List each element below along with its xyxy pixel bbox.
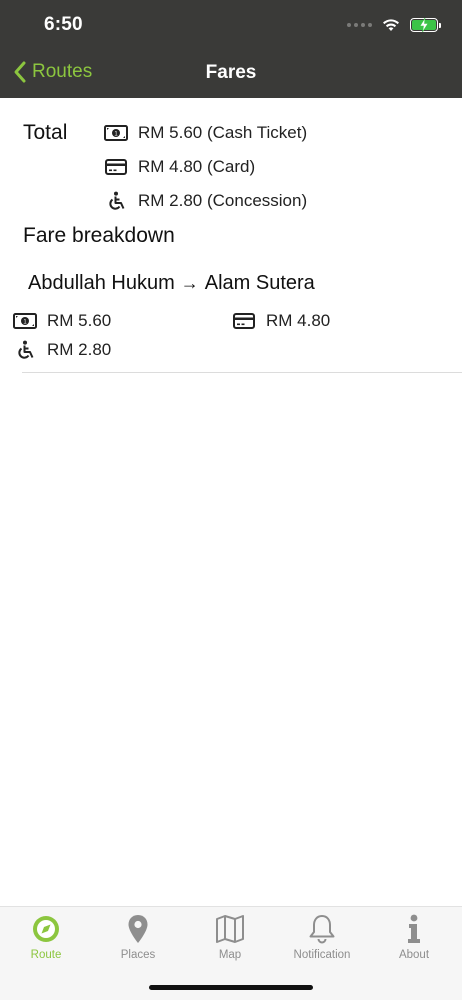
tab-notification[interactable]: Notification bbox=[276, 913, 368, 961]
total-concession-text: RM 2.80 (Concession) bbox=[138, 191, 308, 210]
status-time: 6:50 bbox=[44, 14, 83, 35]
tab-notification-label: Notification bbox=[293, 949, 351, 961]
route-compass-icon bbox=[33, 916, 59, 942]
tab-about-label: About bbox=[398, 949, 430, 961]
bell-icon bbox=[309, 915, 335, 944]
wifi-icon bbox=[383, 19, 399, 31]
total-cash-row: 1 RM 5.60 (Cash Ticket) bbox=[104, 123, 307, 143]
home-indicator[interactable] bbox=[149, 985, 313, 990]
total-card-text: RM 4.80 (Card) bbox=[138, 157, 256, 176]
tab-about[interactable]: About bbox=[368, 913, 460, 961]
navigation-bar: 6:50 Routes Fares bbox=[0, 0, 462, 98]
tab-places[interactable]: Places bbox=[92, 913, 184, 961]
tab-places-label: Places bbox=[120, 949, 156, 961]
fare-breakdown-heading: Fare breakdown bbox=[23, 224, 175, 247]
total-card-row: RM 4.80 (Card) bbox=[104, 157, 255, 177]
tab-map[interactable]: Map bbox=[184, 913, 276, 961]
page-title: Fares bbox=[205, 62, 257, 83]
card-icon bbox=[105, 159, 127, 175]
folded-map-icon bbox=[216, 915, 244, 943]
wheelchair-icon bbox=[18, 340, 34, 359]
route-leg-title: Abdullah Hukum → Alam Sutera bbox=[28, 272, 315, 295]
info-icon bbox=[408, 914, 420, 943]
signal-icon bbox=[347, 23, 372, 27]
tab-route[interactable]: Route bbox=[0, 913, 92, 961]
map-pin-icon bbox=[128, 915, 148, 943]
tab-route-label: Route bbox=[30, 949, 62, 961]
total-label: Total bbox=[23, 121, 68, 144]
cash-icon: 1 bbox=[104, 125, 128, 141]
route-from: Abdullah Hukum bbox=[28, 272, 175, 294]
card-icon bbox=[233, 313, 255, 329]
total-concession-row: RM 2.80 (Concession) bbox=[104, 191, 307, 211]
battery-icon bbox=[410, 18, 441, 32]
leg-cash-fare: 1 RM 5.60 bbox=[13, 311, 111, 331]
status-icons bbox=[347, 16, 441, 34]
route-to: Alam Sutera bbox=[204, 272, 315, 294]
tab-map-label: Map bbox=[218, 949, 242, 961]
cash-icon: 1 bbox=[13, 313, 37, 329]
arrow-right-icon: → bbox=[180, 273, 199, 293]
leg-card-text: RM 4.80 bbox=[266, 311, 331, 330]
leg-concession-fare: RM 2.80 bbox=[13, 340, 111, 360]
leg-card-fare: RM 4.80 bbox=[232, 311, 330, 331]
divider bbox=[22, 372, 462, 373]
wheelchair-icon bbox=[109, 191, 125, 210]
total-cash-text: RM 5.60 (Cash Ticket) bbox=[138, 123, 308, 142]
leg-concession-text: RM 2.80 bbox=[47, 340, 112, 359]
leg-cash-text: RM 5.60 bbox=[47, 311, 112, 330]
